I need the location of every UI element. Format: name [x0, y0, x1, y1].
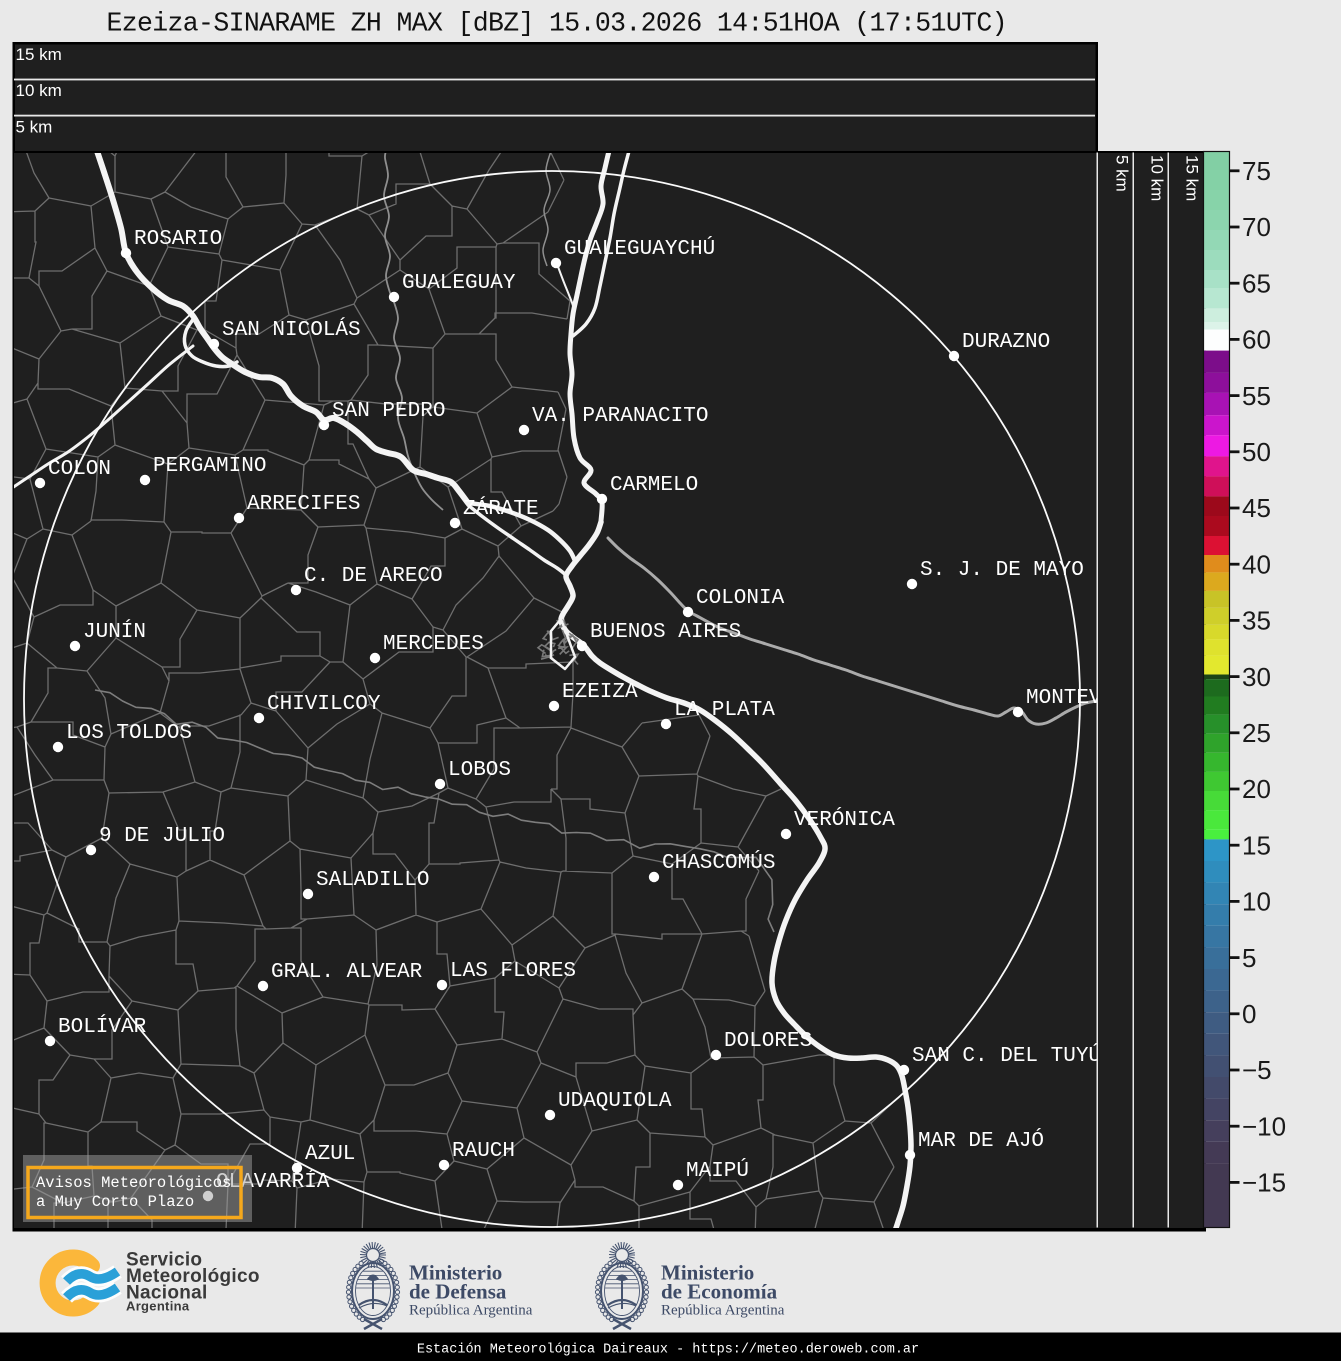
- svg-text:25: 25: [1242, 718, 1271, 748]
- svg-text:65: 65: [1242, 268, 1271, 298]
- svg-text:S. J. DE MAYO: S. J. DE MAYO: [920, 559, 1084, 582]
- svg-text:PERGAMINO: PERGAMINO: [153, 455, 266, 478]
- svg-text:MERCEDES: MERCEDES: [383, 633, 484, 656]
- svg-text:C. DE ARECO: C. DE ARECO: [304, 565, 443, 588]
- svg-text:GRAL. ALVEAR: GRAL. ALVEAR: [271, 961, 423, 984]
- svg-text:de Economía: de Economía: [661, 1280, 778, 1304]
- svg-text:Avisos Meteorológicos: Avisos Meteorológicos: [36, 1174, 231, 1192]
- svg-text:Ezeiza-SINARAME ZH MAX [dBZ] 1: Ezeiza-SINARAME ZH MAX [dBZ] 15.03.2026 …: [107, 9, 1008, 39]
- svg-text:LA PLATA: LA PLATA: [674, 699, 775, 722]
- svg-text:55: 55: [1242, 381, 1271, 411]
- svg-text:75: 75: [1242, 156, 1271, 186]
- svg-text:ARRECIFES: ARRECIFES: [247, 493, 360, 516]
- svg-text:LOBOS: LOBOS: [448, 759, 511, 782]
- svg-text:LAS FLORES: LAS FLORES: [450, 960, 576, 983]
- svg-text:Estación Meteorológica Daireau: Estación Meteorológica Daireaux - https:…: [417, 1343, 919, 1358]
- svg-text:BOLÍVAR: BOLÍVAR: [58, 1015, 147, 1039]
- svg-text:DOLORES: DOLORES: [724, 1030, 812, 1053]
- svg-text:CHIVILCOY: CHIVILCOY: [267, 693, 381, 716]
- svg-text:LOS TOLDOS: LOS TOLDOS: [66, 722, 192, 745]
- svg-text:9 DE JULIO: 9 DE JULIO: [99, 825, 225, 848]
- svg-text:−5: −5: [1242, 1055, 1272, 1085]
- svg-text:50: 50: [1242, 437, 1271, 467]
- svg-text:60: 60: [1242, 325, 1271, 355]
- svg-text:40: 40: [1242, 549, 1271, 579]
- svg-text:MAIPÚ: MAIPÚ: [686, 1159, 749, 1183]
- svg-text:SAN PEDRO: SAN PEDRO: [332, 400, 445, 423]
- svg-text:BUENOS AIRES: BUENOS AIRES: [590, 621, 741, 644]
- svg-text:RAUCH: RAUCH: [452, 1140, 515, 1163]
- svg-text:10 km: 10 km: [16, 81, 62, 100]
- svg-text:−10: −10: [1242, 1111, 1286, 1141]
- svg-text:GUALEGUAYCHÚ: GUALEGUAYCHÚ: [564, 237, 715, 261]
- svg-text:15 km: 15 km: [1183, 155, 1202, 201]
- svg-text:ZÁRATE: ZÁRATE: [463, 497, 539, 521]
- svg-text:EZEIZA: EZEIZA: [562, 681, 638, 704]
- svg-text:35: 35: [1242, 606, 1271, 636]
- svg-text:Argentina: Argentina: [126, 1299, 190, 1314]
- svg-text:ROSARIO: ROSARIO: [134, 228, 222, 251]
- svg-text:10: 10: [1242, 887, 1271, 917]
- svg-text:CARMELO: CARMELO: [610, 474, 698, 497]
- svg-text:20: 20: [1242, 774, 1271, 804]
- svg-text:SAN C. DEL TUYÚ: SAN C. DEL TUYÚ: [912, 1044, 1101, 1068]
- svg-text:45: 45: [1242, 493, 1271, 523]
- svg-text:10 km: 10 km: [1148, 155, 1167, 201]
- svg-text:SALADILLO: SALADILLO: [316, 869, 429, 892]
- svg-text:VERÓNICA: VERÓNICA: [794, 808, 895, 832]
- svg-text:AZUL: AZUL: [305, 1143, 355, 1166]
- svg-text:GUALEGUAY: GUALEGUAY: [402, 272, 516, 295]
- svg-text:DURAZNO: DURAZNO: [962, 331, 1050, 354]
- svg-text:5 km: 5 km: [1113, 155, 1132, 192]
- svg-text:MAR DE AJÓ: MAR DE AJÓ: [918, 1129, 1044, 1153]
- svg-text:República Argentina: República Argentina: [409, 1303, 533, 1319]
- svg-text:COLON: COLON: [48, 458, 111, 481]
- svg-text:de Defensa: de Defensa: [409, 1280, 507, 1304]
- svg-text:0: 0: [1242, 999, 1256, 1029]
- svg-text:República Argentina: República Argentina: [661, 1303, 785, 1319]
- svg-text:COLONIA: COLONIA: [696, 587, 785, 610]
- svg-text:SAN NICOLÁS: SAN NICOLÁS: [222, 318, 361, 342]
- svg-text:70: 70: [1242, 212, 1271, 242]
- svg-text:CHASCOMÚS: CHASCOMÚS: [662, 851, 775, 875]
- svg-text:15 km: 15 km: [16, 45, 62, 64]
- svg-text:a Muy Corto Plazo: a Muy Corto Plazo: [36, 1193, 194, 1211]
- svg-text:UDAQUIOLA: UDAQUIOLA: [558, 1090, 672, 1113]
- svg-text:5 km: 5 km: [16, 117, 53, 136]
- svg-text:15: 15: [1242, 830, 1271, 860]
- svg-text:JUNÍN: JUNÍN: [83, 620, 146, 644]
- svg-text:−15: −15: [1242, 1168, 1286, 1198]
- svg-text:30: 30: [1242, 662, 1271, 692]
- svg-text:5: 5: [1242, 943, 1256, 973]
- svg-text:VA. PARANACITO: VA. PARANACITO: [532, 405, 708, 428]
